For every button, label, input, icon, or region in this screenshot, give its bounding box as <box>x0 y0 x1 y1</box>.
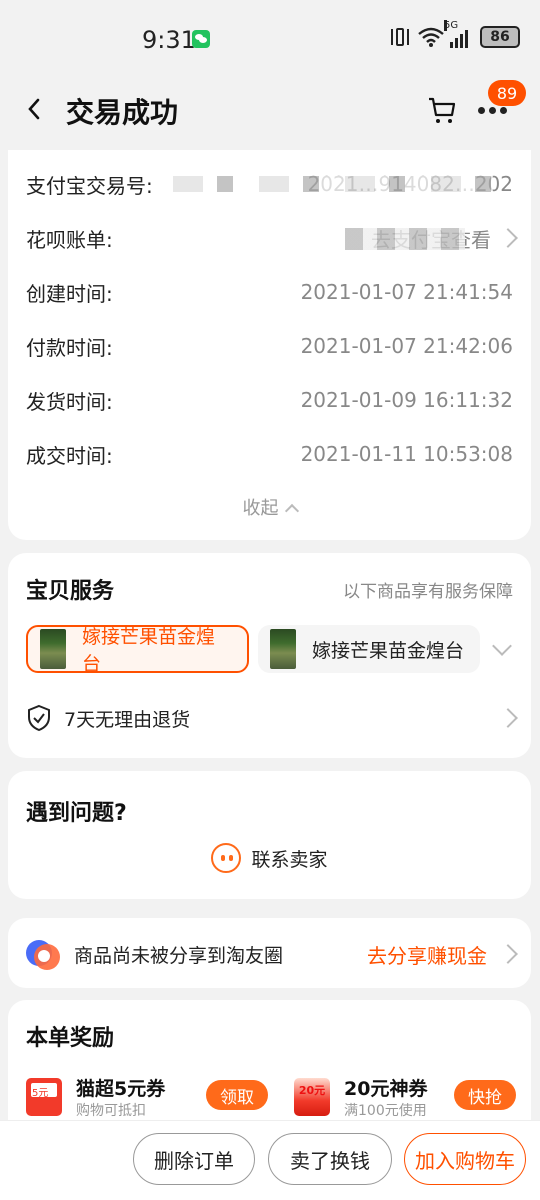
paid-time-row: 付款时间: 2021-01-07 21:42:06 <box>26 326 513 366</box>
bottom-action-bar: 删除订单 卖了换钱 加入购物车 <box>0 1120 540 1200</box>
problem-card: 遇到问题? 联系卖家 <box>8 771 531 899</box>
service-title: 宝贝服务 <box>26 579 115 604</box>
page-title: 交易成功 <box>66 96 179 129</box>
huabei-bill-row[interactable]: 花呗账单: 去支付宝查看 <box>26 218 513 258</box>
reward-item-title: 猫超5元券 <box>76 1078 166 1100</box>
shipped-time-row: 发货时间: 2021-01-09 16:11:32 <box>26 380 513 420</box>
service-item-selected[interactable]: 嫁接芒果苗金煌台 <box>26 625 249 675</box>
reward-item-subtitle: 购物可抵扣 <box>76 1103 146 1119</box>
shipped-time-label: 发货时间: <box>26 389 113 414</box>
service-item[interactable]: 嫁接芒果苗金煌台 <box>258 625 480 673</box>
reward-item-subtitle: 满100元使用 <box>344 1103 427 1119</box>
problem-title: 遇到问题? <box>26 801 127 826</box>
taoyouquan-icon <box>26 938 60 970</box>
signal-icon: 5G <box>444 20 474 48</box>
trade-number-row: 支付宝交易号: 2021…914082…202 <box>26 164 513 204</box>
nav-bar: 交易成功 89 <box>0 76 540 150</box>
redacted-mask <box>173 176 493 192</box>
wifi-icon <box>418 26 444 48</box>
battery-level: 86 <box>490 29 510 45</box>
shipped-time-value: 2021-01-09 16:11:32 <box>300 388 513 412</box>
return-policy-row[interactable]: 7天无理由退货 <box>26 701 513 735</box>
wechat-notification-icon <box>192 30 210 48</box>
redacted-mask <box>345 228 465 250</box>
chevron-right-icon <box>501 228 513 248</box>
claim-button[interactable]: 领取 <box>206 1080 268 1110</box>
vibrate-icon <box>388 26 412 48</box>
share-status-text: 商品尚未被分享到淘友圈 <box>74 944 284 967</box>
created-time-value: 2021-01-07 21:41:54 <box>300 280 513 304</box>
cart-icon[interactable] <box>426 94 458 126</box>
completed-time-label: 成交时间: <box>26 443 113 468</box>
seller-chat-icon <box>211 843 242 873</box>
delete-order-button[interactable]: 删除订单 <box>133 1133 255 1185</box>
product-thumbnail <box>270 629 296 669</box>
contact-seller-label: 联系卖家 <box>251 848 328 871</box>
battery-icon: 86 <box>480 26 520 48</box>
completed-time-value: 2021-01-11 10:53:08 <box>300 442 513 466</box>
status-icons: 5G 86 <box>388 20 520 48</box>
chevron-down-icon[interactable] <box>492 636 512 656</box>
share-action-label: 去分享赚现金 <box>367 943 487 968</box>
reward-item-title: 20元神券 <box>344 1078 428 1100</box>
back-arrow-icon[interactable] <box>22 94 46 124</box>
service-card: 宝贝服务 以下商品享有服务保障 嫁接芒果苗金煌台 嫁接芒果苗金煌台 7天无理由退… <box>8 553 531 758</box>
network-type: 5G <box>444 20 459 31</box>
order-info-card: 支付宝交易号: 2021…914082…202 花呗账单: 去支付宝查看 创建时… <box>8 150 531 540</box>
resell-button[interactable]: 卖了换钱 <box>268 1133 392 1185</box>
paid-time-value: 2021-01-07 21:42:06 <box>300 334 513 358</box>
chevron-up-icon <box>284 503 299 519</box>
coupon-icon: 20元 <box>294 1078 330 1116</box>
message-count-badge: 89 <box>488 80 526 106</box>
chevron-right-icon <box>501 708 513 728</box>
contact-seller-button[interactable]: 联系卖家 <box>8 843 531 873</box>
reward-item: 5元 猫超5元券 购物可抵扣 领取 <box>26 1074 268 1120</box>
huabei-bill-label: 花呗账单: <box>26 227 113 252</box>
service-subtitle: 以下商品享有服务保障 <box>343 582 513 602</box>
share-card[interactable]: 商品尚未被分享到淘友圈 去分享赚现金 <box>8 918 531 988</box>
product-thumbnail <box>40 629 66 669</box>
reward-title: 本单奖励 <box>26 1026 115 1051</box>
status-bar: 9:31 5G 86 <box>0 0 540 76</box>
coupon-icon: 5元 <box>26 1078 62 1116</box>
status-time: 9:31 <box>142 26 196 54</box>
collapse-button[interactable]: 收起 <box>8 494 531 520</box>
paid-time-label: 付款时间: <box>26 335 113 360</box>
return-policy-label: 7天无理由退货 <box>64 708 191 731</box>
add-to-cart-button[interactable]: 加入购物车 <box>404 1133 526 1185</box>
reward-item: 20元 20元神券 满100元使用 快抢 <box>294 1074 534 1120</box>
completed-time-row: 成交时间: 2021-01-11 10:53:08 <box>26 434 513 474</box>
trade-number-label: 支付宝交易号: <box>26 173 153 198</box>
collapse-label: 收起 <box>242 498 279 519</box>
chevron-right-icon <box>501 944 513 964</box>
grab-button[interactable]: 快抢 <box>454 1080 516 1110</box>
created-time-row: 创建时间: 2021-01-07 21:41:54 <box>26 272 513 312</box>
shield-check-icon <box>28 704 50 732</box>
created-time-label: 创建时间: <box>26 281 113 306</box>
service-item-label: 嫁接芒果苗金煌台 <box>312 639 465 662</box>
service-item-label: 嫁接芒果苗金煌台 <box>82 626 216 675</box>
